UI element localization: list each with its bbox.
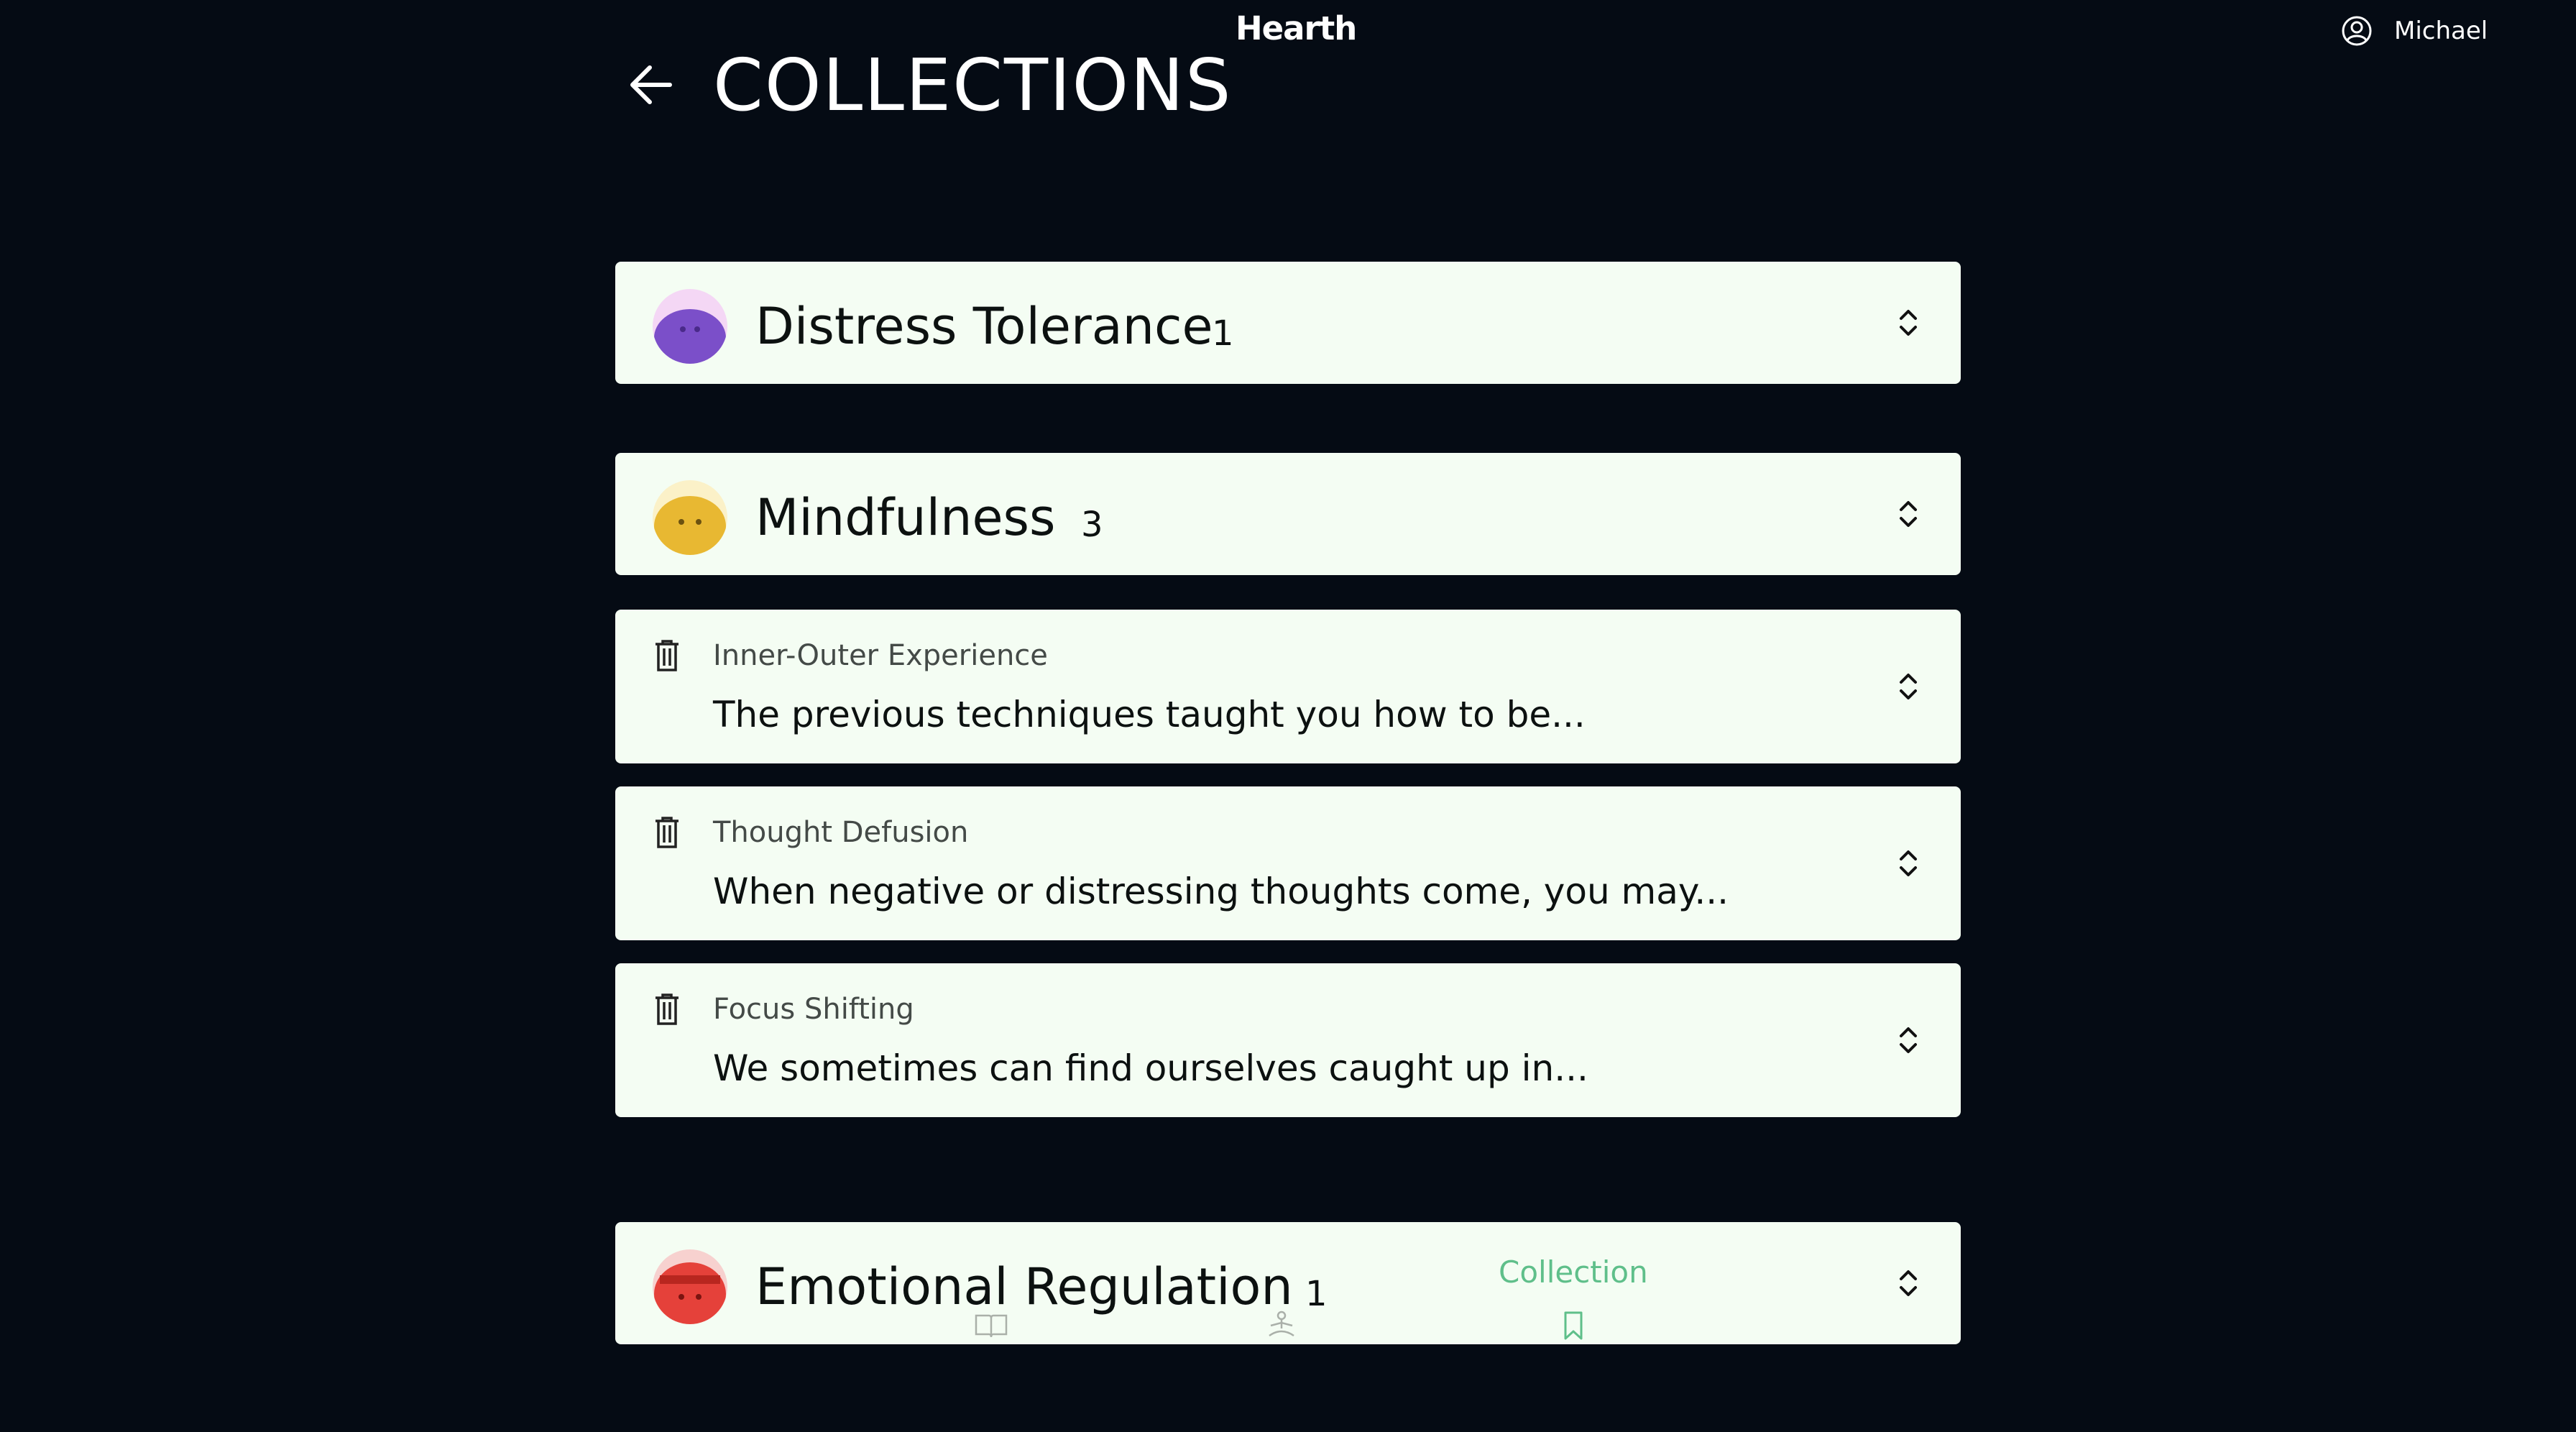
trash-icon[interactable] — [654, 817, 680, 848]
mindfulness-avatar — [653, 480, 727, 555]
chevron-updown-icon[interactable] — [1898, 497, 1919, 531]
chevron-updown-icon[interactable] — [1898, 306, 1919, 340]
collection-item[interactable]: Thought Defusion When negative or distre… — [615, 786, 1961, 940]
collection-count: 3 — [1081, 505, 1103, 545]
collection-distress-tolerance[interactable]: Distress Tolerance 1 — [615, 262, 1961, 384]
page-header: COLLECTIONS — [622, 42, 1233, 128]
item-preview: When negative or distressing thoughts co… — [713, 871, 1729, 912]
trash-icon[interactable] — [654, 993, 680, 1025]
collection-item[interactable]: Inner-Outer Experience The previous tech… — [615, 610, 1961, 763]
collection-item[interactable]: Focus Shifting We sometimes can find our… — [615, 963, 1961, 1117]
nav-label: Collection — [1499, 1254, 1648, 1290]
chevron-updown-icon[interactable] — [1898, 1023, 1919, 1057]
collection-name: Mindfulness — [755, 488, 1056, 547]
collection-name: Distress Tolerance — [755, 297, 1213, 356]
bottom-nav: Collection — [0, 1251, 2576, 1366]
user-name: Michael — [2394, 17, 2488, 45]
page-title: COLLECTIONS — [713, 42, 1233, 127]
back-button[interactable] — [622, 56, 680, 114]
arrow-left-icon — [630, 65, 672, 104]
item-preview: The previous techniques taught you how t… — [713, 694, 1586, 735]
user-circle-icon — [2342, 16, 2372, 46]
chevron-updown-icon[interactable] — [1898, 846, 1919, 881]
item-preview: We sometimes can find ourselves caught u… — [713, 1047, 1588, 1089]
trash-icon[interactable] — [654, 640, 680, 671]
distress-tolerance-avatar — [653, 289, 727, 364]
book-icon — [975, 1314, 1008, 1338]
nav-collection[interactable]: Collection — [1499, 1251, 1648, 1343]
collection-count: 1 — [1212, 313, 1234, 354]
bookmark-icon — [1564, 1311, 1583, 1340]
app-brand: Hearth — [1236, 9, 1357, 47]
chevron-updown-icon[interactable] — [1898, 669, 1919, 704]
nav-meditate[interactable] — [1264, 1251, 1300, 1343]
meditation-icon — [1269, 1311, 1294, 1337]
item-title: Inner-Outer Experience — [713, 639, 1048, 672]
collection-mindfulness[interactable]: Mindfulness 3 — [615, 453, 1961, 575]
nav-library[interactable] — [973, 1251, 1009, 1343]
user-menu[interactable]: Michael — [2341, 14, 2488, 47]
item-title: Focus Shifting — [713, 993, 914, 1026]
item-title: Thought Defusion — [713, 816, 969, 849]
